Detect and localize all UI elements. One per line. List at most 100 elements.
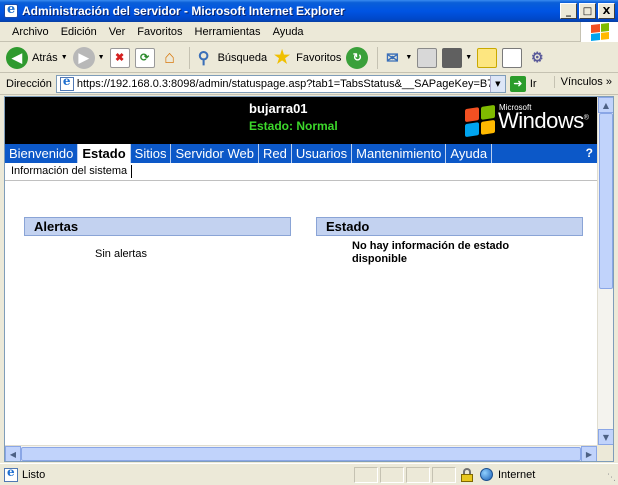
page-icon <box>4 465 18 482</box>
back-button[interactable]: ◀ Atrás ▼ <box>6 46 68 69</box>
search-button[interactable]: ⚲ Búsqueda <box>194 48 268 68</box>
stop-icon: ✖ <box>109 47 130 68</box>
browser-viewport: bujarra01 Estado: Normal Microsoft Windo… <box>4 96 614 462</box>
document-icon <box>502 47 523 68</box>
scroll-right-icon[interactable]: ▶ <box>581 446 597 461</box>
messenger-button[interactable] <box>502 47 523 68</box>
mail-button[interactable]: ✉ ▼ <box>382 48 412 68</box>
chevron-right-icon: » <box>605 76 612 88</box>
menu-ver[interactable]: Ver <box>103 22 132 42</box>
status-panel-title: Estado <box>316 217 583 236</box>
forward-button[interactable]: ▶ ▼ <box>72 46 105 69</box>
tab-servidor-web[interactable]: Servidor Web <box>171 144 259 163</box>
go-arrow-icon: ➜ <box>509 75 526 92</box>
zone-label: Internet <box>498 468 536 481</box>
help-icon[interactable]: ? <box>586 144 593 163</box>
alerts-message: Sin alertas <box>95 248 147 260</box>
lock-icon <box>460 467 474 482</box>
tab-red[interactable]: Red <box>259 144 292 163</box>
discuss-button[interactable] <box>477 47 498 68</box>
back-arrow-icon: ◀ <box>6 46 28 69</box>
page-icon <box>59 76 74 91</box>
printer-icon <box>417 47 438 68</box>
tab-sitios[interactable]: Sitios <box>131 144 172 163</box>
menu-favoritos[interactable]: Favoritos <box>131 22 188 42</box>
edit-button[interactable]: ▼ <box>442 47 473 68</box>
main-nav: Bienvenido Estado Sitios Servidor Web Re… <box>5 144 597 163</box>
address-dropdown-icon[interactable]: ▼ <box>489 75 505 92</box>
address-bar: Dirección https://192.168.0.3:8098/admin… <box>0 73 618 95</box>
edit-icon <box>442 47 463 68</box>
menu-archivo[interactable]: Archivo <box>6 22 55 42</box>
status-cell <box>432 466 456 483</box>
horizontal-scrollbar[interactable]: ◀ ▶ <box>5 445 597 461</box>
note-icon <box>477 47 498 68</box>
home-icon: ⌂ <box>164 47 175 67</box>
vertical-scrollbar[interactable]: ▲ ▼ <box>597 97 613 445</box>
address-url[interactable]: https://192.168.0.3:8098/admin/statuspag… <box>77 78 490 90</box>
menu-edicion[interactable]: Edición <box>55 22 103 42</box>
vertical-scroll-thumb[interactable] <box>599 113 613 289</box>
status-cell <box>406 466 430 483</box>
subnav-informacion-sistema[interactable]: Información del sistema <box>5 165 133 178</box>
resize-grip-icon[interactable]: ⋱ <box>607 473 616 483</box>
tab-bienvenido[interactable]: Bienvenido <box>5 144 79 163</box>
window-controls: _ □ X <box>560 3 615 19</box>
scrollbar-corner <box>597 445 613 461</box>
maximize-button[interactable]: □ <box>579 3 596 19</box>
security-zone: Internet <box>480 468 535 481</box>
globe-icon <box>480 468 493 481</box>
horizontal-scroll-thumb[interactable] <box>21 447 581 461</box>
windows-flag-icon <box>465 104 495 138</box>
alerts-panel-title: Alertas <box>24 217 291 236</box>
status-message: No hay información de estado disponible <box>352 240 510 265</box>
minimize-button[interactable]: _ <box>560 3 577 19</box>
windows-logo: Microsoft Windows® <box>465 103 597 139</box>
favorites-label: Favoritos <box>296 51 342 64</box>
scroll-up-icon[interactable]: ▲ <box>598 97 613 113</box>
print-button[interactable] <box>417 47 438 68</box>
tab-estado[interactable]: Estado <box>78 144 131 163</box>
close-button[interactable]: X <box>598 3 615 19</box>
ie-icon <box>4 2 18 18</box>
history-icon: ↻ <box>346 46 369 69</box>
research-button[interactable]: ⚙ <box>527 48 547 68</box>
toolbar-divider <box>188 46 190 69</box>
search-icon: ⚲ <box>197 49 210 67</box>
research-icon: ⚙ <box>530 49 544 65</box>
windows-flag-icon <box>580 22 618 42</box>
refresh-button[interactable]: ⟳ <box>134 47 155 68</box>
status-text: Listo <box>22 468 46 481</box>
history-button[interactable]: ↻ <box>346 46 369 69</box>
standard-toolbar: ◀ Atrás ▼ ▶ ▼ ✖ ⟳ ⌂ ⚲ Búsqueda ★ Favorit… <box>0 43 618 73</box>
tab-mantenimiento[interactable]: Mantenimiento <box>352 144 447 163</box>
status-cell <box>354 466 378 483</box>
stop-button[interactable]: ✖ <box>109 47 130 68</box>
favorites-button[interactable]: ★ Favoritos <box>272 47 342 68</box>
menu-herramientas[interactable]: Herramientas <box>189 22 267 42</box>
server-name: bujarra01 <box>249 101 308 116</box>
window-title: Administración del servidor - Microsoft … <box>22 4 345 18</box>
address-input[interactable]: https://192.168.0.3:8098/admin/statuspag… <box>55 74 506 93</box>
toolbar-divider <box>377 46 379 69</box>
menu-ayuda[interactable]: Ayuda <box>267 22 310 42</box>
links-toolbar[interactable]: Vínculos » <box>553 76 612 88</box>
home-button[interactable]: ⌂ <box>160 47 180 68</box>
server-header: bujarra01 Estado: Normal Microsoft Windo… <box>5 97 597 144</box>
back-label: Atrás <box>32 51 58 64</box>
mail-icon: ✉ <box>386 49 399 67</box>
links-label: Vínculos <box>560 76 603 88</box>
logo-windows-text: Windows® <box>498 108 589 133</box>
chevron-down-icon: ▼ <box>60 54 68 61</box>
chevron-down-icon: ▼ <box>465 54 473 61</box>
server-status: Estado: Normal <box>249 119 338 133</box>
tab-usuarios[interactable]: Usuarios <box>292 144 353 163</box>
scroll-left-icon[interactable]: ◀ <box>5 446 21 461</box>
sub-nav: Información del sistema <box>5 163 597 181</box>
tab-ayuda[interactable]: Ayuda <box>446 144 493 163</box>
go-button[interactable]: ➜ Ir <box>509 75 537 92</box>
scroll-down-icon[interactable]: ▼ <box>598 429 613 445</box>
refresh-icon: ⟳ <box>134 47 155 68</box>
chevron-down-icon: ▼ <box>405 54 413 61</box>
search-label: Búsqueda <box>217 51 268 64</box>
